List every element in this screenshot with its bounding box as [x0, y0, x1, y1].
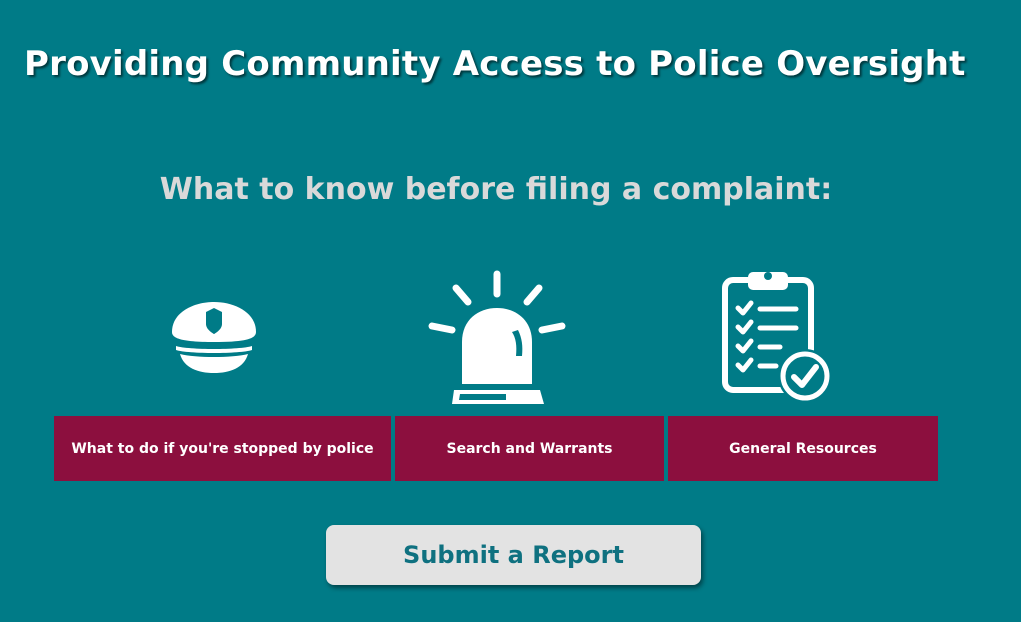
- page-title: Providing Community Access to Police Ove…: [24, 44, 966, 84]
- tile-stopped-by-police[interactable]: What to do if you're stopped by police: [54, 416, 391, 481]
- tile-general-resources[interactable]: General Resources: [668, 416, 938, 481]
- tile-label: General Resources: [729, 440, 877, 457]
- clipboard-checklist-icon: [720, 266, 834, 406]
- section-subtitle: What to know before filing a complaint:: [159, 172, 833, 207]
- submit-report-button[interactable]: Submit a Report: [326, 525, 701, 585]
- tile-label: What to do if you're stopped by police: [71, 440, 374, 457]
- police-cap-icon: [168, 298, 260, 374]
- tile-search-and-warrants[interactable]: Search and Warrants: [395, 416, 664, 481]
- tile-label: Search and Warrants: [446, 440, 613, 457]
- submit-report-label: Submit a Report: [403, 541, 624, 569]
- siren-light-icon: [426, 266, 568, 406]
